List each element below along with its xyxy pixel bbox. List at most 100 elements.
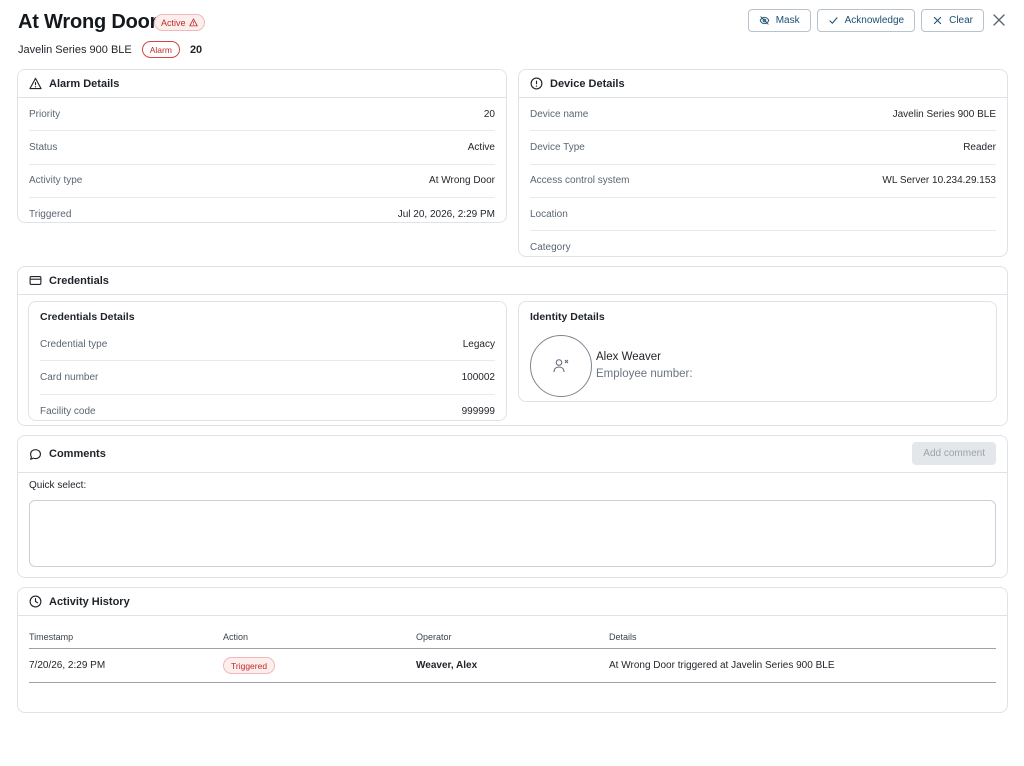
credentials-details-panel: Credentials Details Credential type Legac… (28, 301, 507, 421)
activity-history-card: Activity History Timestamp Action Operat… (17, 587, 1008, 713)
column-header-details[interactable]: Details (609, 632, 996, 642)
quick-select-label: Quick select: (29, 480, 87, 491)
cell-timestamp: 7/20/26, 2:29 PM (29, 660, 106, 671)
alarm-pill: Alarm (141, 41, 180, 58)
detail-row-triggered: Triggered Jul 20, 2026, 2:29 PM (29, 198, 495, 231)
detail-row-category: Category (530, 231, 996, 264)
close-icon[interactable] (992, 13, 1006, 27)
detail-label: Activity type (29, 175, 83, 187)
credentials-title: Credentials (49, 274, 109, 287)
detail-value: Active (467, 141, 495, 153)
info-icon (530, 77, 543, 90)
activity-history-header: Activity History (18, 588, 1007, 616)
credit-card-icon (29, 276, 42, 285)
header-actions: Mask Acknowledge Clear (747, 9, 984, 32)
device-details-header: Device Details (519, 70, 1007, 98)
acknowledge-button[interactable]: Acknowledge (816, 9, 916, 32)
detail-row-device-name: Device name Javelin Series 900 BLE (530, 98, 996, 132)
detail-value: 100002 (461, 371, 495, 383)
detail-value: At Wrong Door (429, 175, 495, 187)
identity-details-title: Identity Details (530, 311, 605, 323)
alarm-subtitle: Javelin Series 900 BLE Alarm 20 (18, 41, 202, 58)
detail-label: Category (530, 242, 571, 254)
eye-off-icon (759, 16, 770, 25)
status-badge-label: Active (161, 17, 186, 28)
subtitle-device: Javelin Series 900 BLE (18, 43, 132, 56)
subtitle-priority: 20 (189, 43, 203, 56)
detail-value: Jul 20, 2026, 2:29 PM (397, 209, 495, 221)
credentials-header: Credentials (18, 267, 1007, 295)
detail-row-device-type: Device Type Reader (530, 131, 996, 165)
credentials-card: Credentials Credentials Details Credenti… (17, 266, 1008, 426)
detail-label: Device Type (530, 141, 585, 153)
detail-label: Priority (29, 108, 61, 120)
detail-value: Javelin Series 900 BLE (892, 108, 996, 120)
comments-header: Comments (18, 436, 1007, 473)
comment-textarea[interactable] (29, 500, 996, 567)
alarm-details-title: Alarm Details (49, 77, 120, 90)
mask-button[interactable]: Mask (747, 9, 811, 32)
detail-label: Credential type (40, 338, 108, 350)
detail-row-location: Location (530, 198, 996, 232)
x-icon (933, 16, 942, 25)
mask-button-label: Mask (775, 15, 800, 26)
detail-label: Location (530, 208, 568, 220)
device-details-title: Device Details (550, 77, 625, 90)
detail-value: WL Server 10.234.29.153 (882, 175, 996, 187)
comments-title: Comments (49, 448, 106, 460)
warning-icon (29, 77, 42, 90)
add-comment-button[interactable]: Add comment (912, 442, 996, 465)
alarm-details-header: Alarm Details (18, 70, 506, 98)
column-header-operator[interactable]: Operator (416, 632, 609, 642)
detail-label: Status (29, 141, 58, 153)
detail-label: Device name (530, 108, 589, 120)
detail-row-card-number: Card number 100002 (40, 361, 495, 395)
alarm-header: At Wrong Door Active Javelin Series 900 … (18, 9, 1006, 60)
detail-label: Card number (40, 371, 99, 383)
device-details-list: Device name Javelin Series 900 BLE Device… (519, 98, 1007, 264)
alarm-details-card: Alarm Details Priority 20 Status Active Ac… (17, 69, 507, 223)
identity-employee-number: Employee number: (596, 368, 693, 380)
detail-value: 20 (483, 108, 495, 120)
cell-details: At Wrong Door triggered at Javelin Serie… (609, 660, 835, 671)
column-header-timestamp[interactable]: Timestamp (29, 632, 223, 642)
acknowledge-button-label: Acknowledge (844, 15, 905, 26)
clear-button[interactable]: Clear (921, 9, 984, 32)
check-icon (829, 17, 838, 24)
detail-row-activity-type: Activity type At Wrong Door (29, 165, 495, 198)
detail-row-facility-code: Facility code 999999 (40, 395, 495, 428)
page-title: At Wrong Door (18, 11, 158, 33)
device-details-card: Device Details Device name Javelin Series… (518, 69, 1008, 257)
identity-details-panel: Identity Details Alex Weaver Employee nu… (518, 301, 997, 402)
cell-action: Triggered (223, 657, 416, 674)
detail-value: Reader (963, 141, 996, 153)
detail-value: 999999 (461, 405, 495, 417)
clock-icon (29, 595, 42, 608)
message-circle-icon (30, 448, 41, 460)
detail-value: Legacy (462, 338, 495, 350)
detail-row-access-control-system: Access control system WL Server 10.234.29… (530, 165, 996, 198)
warning-icon (188, 18, 198, 27)
table-header-row: Timestamp Action Operator Details (29, 626, 996, 649)
action-badge: Triggered (223, 657, 276, 674)
clear-button-label: Clear (949, 15, 973, 26)
comments-card: Comments Add comment Quick select: (17, 435, 1008, 578)
credentials-details-title: Credentials Details (40, 311, 135, 323)
column-header-action[interactable]: Action (223, 632, 416, 642)
detail-row-priority: Priority 20 (29, 98, 495, 132)
activity-history-title: Activity History (49, 595, 130, 608)
user-unknown-icon (553, 359, 569, 373)
activity-table: Timestamp Action Operator Details 7/20/2… (29, 626, 996, 683)
cell-operator: Weaver, Alex (416, 660, 478, 671)
detail-label: Facility code (40, 405, 96, 417)
detail-label: Triggered (29, 209, 72, 221)
avatar (530, 335, 592, 397)
detail-row-credential-type: Credential type Legacy (40, 328, 495, 362)
detail-row-status: Status Active (29, 131, 495, 165)
table-row[interactable]: 7/20/26, 2:29 PM Triggered Weaver, Alex … (29, 649, 996, 683)
credentials-details-list: Credential type Legacy Card number 100002 … (29, 328, 506, 428)
detail-label: Access control system (530, 175, 630, 187)
identity-name: Alex Weaver (596, 351, 661, 363)
status-badge: Active (154, 14, 205, 31)
alarm-details-list: Priority 20 Status Active Activity type At … (18, 98, 506, 231)
